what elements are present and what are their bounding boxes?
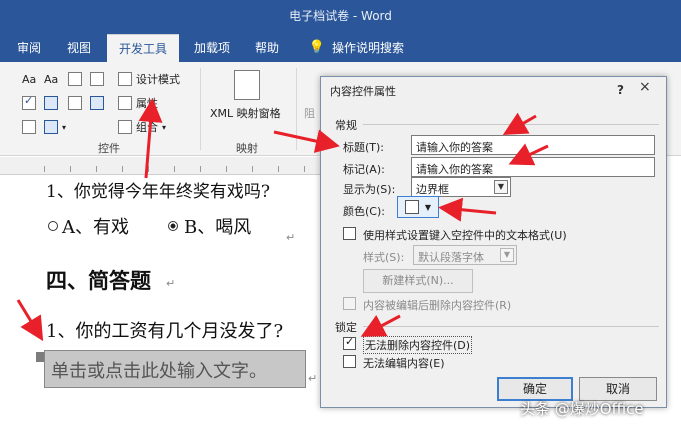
building-block-icon [90,72,104,86]
horizontal-ruler[interactable] [0,157,320,175]
tag-label: 标记(A): [343,163,385,176]
group-icon [118,120,132,134]
content-control-properties-dialog: 内容控件属性 ? × 常规 标题(T): 请输入你的答案 标记(A): 请输入你… [320,76,667,408]
tab-review[interactable]: 审阅 [8,34,50,62]
combobox-icon [44,96,58,110]
ribbon-tabs: 审阅 视图 开发工具 加载项 帮助 💡 操作说明搜索 [0,34,681,62]
remove-after-edit-label: 内容被编辑后删除内容控件(R) [363,299,512,312]
use-style-checkbox[interactable] [343,227,356,240]
chevron-down-icon: ▼ [424,202,432,212]
tab-developer[interactable]: 开发工具 [107,34,179,62]
section-heading: 四、简答题 [46,268,151,293]
style-label: 样式(S): [363,251,405,264]
legacy-tools-icon [44,120,58,134]
block-authors-button[interactable]: 阻 [304,104,315,122]
combobox-control-button[interactable] [44,94,58,112]
controls-group-label: 控件 [98,142,120,155]
design-mode-icon [118,72,132,86]
radio-option-a[interactable] [48,221,58,231]
mapping-group-label: 映射 [236,142,258,155]
help-icon[interactable]: ? [617,83,624,97]
window-title: 电子档试卷 - Word [289,9,392,23]
building-block-button[interactable] [90,70,104,88]
tab-addins[interactable]: 加载项 [186,34,238,62]
color-label: 颜色(C): [343,205,385,218]
cannot-edit-label: 无法编辑内容(E) [363,357,445,370]
lock-section-label: 锁定 [335,321,357,334]
paragraph-mark: ↵ [286,231,296,244]
ribbon-separator [200,68,201,150]
general-section-label: 常规 [335,119,357,132]
checkbox-icon [22,94,36,110]
plain-text-control-button[interactable]: Aa [44,70,58,88]
cannot-edit-checkbox[interactable] [343,355,356,368]
chevron-down-icon: ▾ [162,122,167,132]
style-select[interactable]: 默认段落字体 ▼ [413,245,517,265]
lightbulb-icon[interactable]: 💡 [308,34,326,62]
show-as-label: 显示为(S): [343,183,396,196]
dropdown-control-button[interactable] [68,94,82,112]
content-control-placeholder: 单击或点击此处输入文字。 [51,361,267,382]
question-line: 1、你觉得今年年终奖有戏吗? [46,182,270,202]
repeating-section-button[interactable] [22,118,36,136]
picture-icon [68,72,82,86]
group-button[interactable]: 组合 ▾ [118,118,166,136]
chevron-down-icon: ▼ [500,248,514,262]
ribbon-separator [296,68,297,150]
cannot-delete-label: 无法删除内容控件(D) [363,336,473,354]
tab-tell-me[interactable]: 操作说明搜索 [332,34,418,62]
radio-option-b[interactable] [168,221,178,231]
close-icon[interactable]: × [639,79,651,95]
calendar-icon [90,96,104,110]
legacy-tools-button[interactable]: ▾ [44,118,66,136]
use-style-label: 使用样式设置键入空控件中的文本格式(U) [363,229,567,242]
rich-text-control-button[interactable]: Aa [22,70,36,88]
cannot-delete-checkbox[interactable] [343,335,356,350]
show-as-select[interactable]: 边界框 ▼ [411,177,511,197]
remove-after-edit-checkbox[interactable] [343,297,356,310]
content-control-handle[interactable] [36,352,44,362]
tag-input[interactable]: 请输入你的答案 [411,157,655,177]
title-label: 标题(T): [343,141,385,154]
option-b-label: B、喝风 [184,217,252,238]
chevron-down-icon: ▾ [62,122,67,132]
repeating-section-icon [22,120,36,134]
paragraph-mark: ↵ [308,372,318,385]
lock-section-divider [363,326,659,327]
paint-bucket-icon [404,200,419,214]
title-input[interactable]: 请输入你的答案 [411,135,655,155]
properties-button[interactable]: 属性 [118,94,158,112]
window-title-bar: 电子档试卷 - Word [0,0,681,34]
design-mode-button[interactable]: 设计模式 [118,70,180,88]
xml-mapping-icon [234,70,260,100]
text-content-control[interactable]: 单击或点击此处输入文字。 [44,350,306,388]
dialog-title: 内容控件属性 [330,85,396,98]
xml-mapping-pane-button[interactable]: XML 映射窗格 [210,104,281,122]
dropdown-list-icon [68,96,82,110]
document-area[interactable]: 1、你觉得今年年终奖有戏吗? A、有戏 B、喝风 ↵ 四、简答题 ↵ 1、你的工… [0,175,320,430]
watermark: 头条 @爆炒Office [520,400,644,418]
date-picker-button[interactable] [90,94,104,112]
general-section-divider [363,124,659,125]
properties-icon [118,96,132,110]
paragraph-mark: ↵ [166,277,176,290]
tab-view[interactable]: 视图 [58,34,100,62]
checkbox-control-button[interactable] [22,94,36,112]
color-picker-button[interactable]: ▼ [397,196,439,218]
option-a-label: A、有戏 [62,217,129,238]
tab-help[interactable]: 帮助 [246,34,288,62]
essay-question: 1、你的工资有几个月没发了? [46,321,284,342]
chevron-down-icon: ▼ [494,180,508,194]
picture-control-button[interactable] [68,70,82,88]
new-style-button[interactable]: 新建样式(N)... [363,269,473,293]
